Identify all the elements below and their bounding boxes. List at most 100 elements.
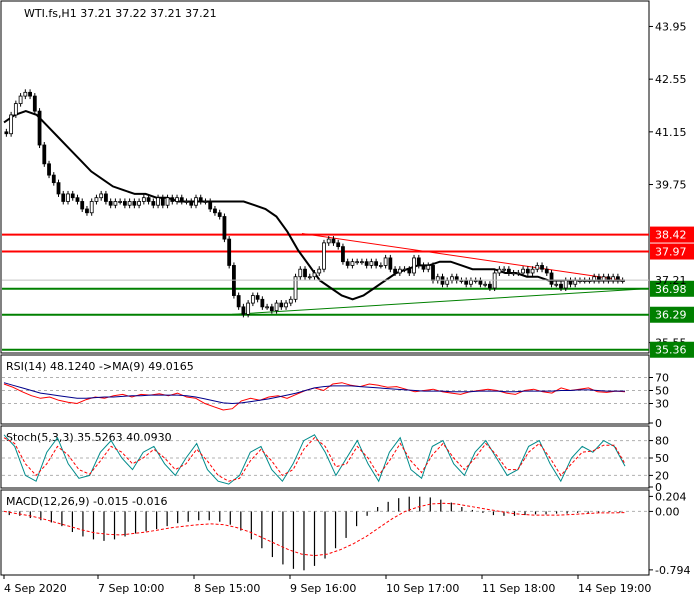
candle-body xyxy=(469,280,473,285)
candle-body xyxy=(56,182,61,195)
price-tick-label: 39.75 xyxy=(655,179,687,192)
candle-body xyxy=(279,302,284,308)
candle-body xyxy=(345,261,350,266)
candle-body xyxy=(525,268,530,274)
candle-body xyxy=(568,280,573,285)
rsi-tick-label: 70 xyxy=(655,372,669,385)
candle-body xyxy=(104,193,108,202)
candle-body xyxy=(194,197,198,206)
stoch-tick-label: 80 xyxy=(655,435,669,448)
candle-body xyxy=(132,201,137,206)
candle-body xyxy=(322,242,326,270)
candle-body xyxy=(312,272,317,278)
candle-body xyxy=(160,197,165,206)
x-tick-label: 4 Sep 2020 xyxy=(4,582,67,595)
rsi-tick-label: 30 xyxy=(655,398,669,411)
candle-body xyxy=(222,216,227,240)
candle-body xyxy=(464,280,469,285)
level-label: 36.29 xyxy=(655,309,687,322)
candle-body xyxy=(75,197,80,202)
candle-body xyxy=(165,197,170,206)
x-tick-label: 8 Sep 15:00 xyxy=(194,582,260,595)
candle-body xyxy=(127,201,132,206)
candle-body xyxy=(582,280,587,282)
candle-body xyxy=(66,193,70,202)
candle-body xyxy=(303,268,307,278)
candle-body xyxy=(236,295,241,308)
level-label: 38.42 xyxy=(655,229,687,242)
candle-body xyxy=(265,306,269,309)
candle-body xyxy=(269,306,274,312)
candle-body xyxy=(506,268,511,274)
candle-body xyxy=(246,302,251,315)
candle-body xyxy=(32,95,37,112)
candle-body xyxy=(412,257,416,274)
candle-body xyxy=(198,197,203,202)
candle-body xyxy=(298,268,303,278)
candle-body xyxy=(487,283,492,289)
candle-body xyxy=(89,201,94,214)
x-tick-label: 7 Sep 10:00 xyxy=(98,582,164,595)
candle-body xyxy=(549,272,554,285)
rsi-tick-label: 0 xyxy=(655,417,662,430)
candle-body xyxy=(544,268,549,274)
candle-body xyxy=(478,280,483,285)
macd-panel-title: MACD(12,26,9) -0.015 -0.016 xyxy=(6,495,167,508)
x-tick-label: 9 Sep 16:00 xyxy=(290,582,356,595)
candle-body xyxy=(473,280,478,282)
rsi-panel: RSI(14) 48.1240 ->MA(9) 49.0165 705030 0 xyxy=(0,354,669,430)
x-tick-label: 14 Sep 19:00 xyxy=(578,582,651,595)
candle-body xyxy=(141,197,146,202)
candle-body xyxy=(331,238,336,244)
candle-body xyxy=(374,261,379,266)
stoch-panel: Stoch(5,3,3) 35.5263 40.0930 8050200 xyxy=(0,425,669,494)
candle-body xyxy=(578,280,582,282)
candle-body xyxy=(341,246,345,263)
macd-tick-label: -0.794 xyxy=(655,564,690,577)
candle-body xyxy=(336,242,341,248)
candle-body xyxy=(146,197,151,202)
price-tick-label: 41.15 xyxy=(655,126,687,139)
candle-body xyxy=(360,261,364,264)
macd-tick-label: 0.00 xyxy=(655,505,680,518)
candle-body xyxy=(445,280,450,285)
candle-body xyxy=(554,283,559,286)
candle-body xyxy=(431,265,435,281)
price-panel-title: WTI.fs,H1 37.21 37.22 37.21 37.21 xyxy=(24,7,217,20)
candle-body xyxy=(378,265,383,267)
candle-body xyxy=(407,268,412,274)
candle-body xyxy=(4,131,9,135)
level-label: 37.97 xyxy=(655,246,687,259)
candle-body xyxy=(530,268,535,274)
candle-body xyxy=(497,268,502,274)
candle-body xyxy=(402,268,407,271)
candle-body xyxy=(483,283,488,286)
candle-body xyxy=(61,193,66,202)
macd-tick-label: 0.204 xyxy=(655,490,687,503)
candle-body xyxy=(521,268,525,274)
candle-body xyxy=(175,197,179,202)
candle-body xyxy=(369,261,374,266)
candle-body xyxy=(208,201,213,210)
chart: WTI.fs,H1 37.21 37.22 37.21 37.21 43.95 4… xyxy=(0,0,694,595)
candle-body xyxy=(18,95,23,105)
candle-body xyxy=(620,280,625,282)
candle-body xyxy=(241,306,246,315)
candle-body xyxy=(80,201,85,210)
candle-body xyxy=(393,268,397,274)
x-tick-label: 11 Sep 18:00 xyxy=(482,582,555,595)
candle-body xyxy=(307,276,312,279)
candle-body xyxy=(108,201,113,206)
candle-body xyxy=(559,283,563,289)
candle-body xyxy=(118,201,123,203)
candle-body xyxy=(217,212,222,217)
candle-body xyxy=(94,197,99,202)
price-tick-label: 42.55 xyxy=(655,73,687,86)
price-tick-label: 43.95 xyxy=(655,20,687,33)
candle-body xyxy=(563,280,568,289)
candle-body xyxy=(502,268,507,271)
candle-body xyxy=(156,197,160,206)
candle-body xyxy=(13,103,18,116)
candle-body xyxy=(85,208,89,214)
candle-body xyxy=(23,91,28,97)
